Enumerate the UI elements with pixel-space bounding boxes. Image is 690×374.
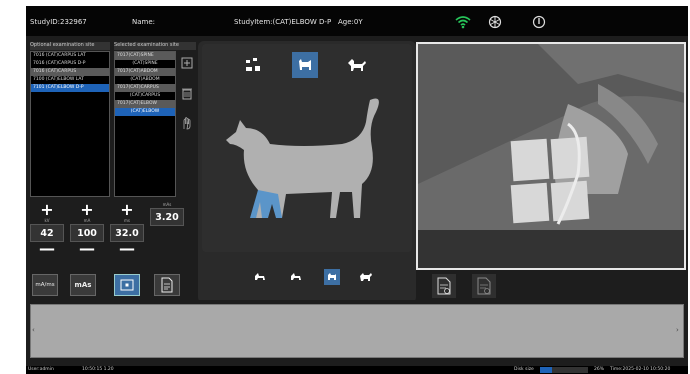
mode-mas-button[interactable]: mAs <box>70 274 96 296</box>
aec-button[interactable] <box>114 274 140 296</box>
ma-control: + mA 100 — <box>70 202 104 257</box>
selected-sites-list[interactable]: 7017(CAT)SPINE (CAT)SPINE 7017(CAT)ABDOM… <box>114 51 176 197</box>
list-item[interactable]: 7016 (CAT)CARPUS D-P <box>31 60 109 68</box>
delete-icon[interactable] <box>178 84 196 102</box>
list-item[interactable]: 7016 (CAT)CARPUS LAT <box>31 52 109 60</box>
kv-decrease-button[interactable]: — <box>30 241 64 257</box>
xray-preview[interactable] <box>416 42 686 270</box>
xray-image <box>418 44 684 268</box>
dog-button[interactable] <box>344 52 370 78</box>
small-animals-button[interactable] <box>240 52 266 78</box>
power-icon[interactable] <box>530 13 548 31</box>
app-window: StudyID:232967 Name: StudyItem:(CAT)ELBO… <box>26 6 688 374</box>
disk-usage-fill <box>540 367 553 373</box>
list-item[interactable]: 7016 (CAT)CARPUS <box>31 68 109 76</box>
thumbnail-area: ‹ › <box>26 300 688 362</box>
export-doc-icon <box>437 277 451 295</box>
print-doc-icon <box>477 277 491 295</box>
print-image-button[interactable] <box>472 274 496 298</box>
dog-icon <box>348 59 366 71</box>
kv-control: + kV 42 — <box>30 202 64 257</box>
aec-icon <box>120 279 134 291</box>
view-selector <box>202 259 412 295</box>
mas-control: mAs 3.20 <box>150 202 184 226</box>
optional-sites-header: Optional examination site <box>30 42 110 50</box>
ms-decrease-button[interactable]: — <box>110 241 144 257</box>
disk-percent: 26% <box>594 367 605 372</box>
ms-increase-button[interactable]: + <box>110 202 144 218</box>
list-item[interactable]: 7017(CAT)ELBOW <box>115 100 175 108</box>
disk-usage-bar <box>540 367 588 373</box>
document-icon <box>161 277 173 293</box>
study-item: StudyItem:(CAT)ELBOW D-P <box>234 18 332 26</box>
cat-button[interactable] <box>292 52 318 78</box>
view-ventral-button[interactable] <box>358 269 374 285</box>
hand-icon[interactable] <box>178 114 196 132</box>
session-time: 10:50:15 1.20 <box>82 367 114 372</box>
scroll-right-icon[interactable]: › <box>676 326 682 336</box>
ma-decrease-button[interactable]: — <box>70 241 104 257</box>
list-item[interactable]: (CAT)CARPUS <box>115 92 175 100</box>
wifi-icon[interactable] <box>454 13 472 31</box>
small-animals-icon <box>246 58 260 71</box>
elbow-highlight <box>250 190 282 218</box>
user-label: User:admin <box>28 367 54 372</box>
view-left-button[interactable] <box>252 269 268 285</box>
view-dorsal-button[interactable] <box>324 269 340 285</box>
ms-control: + ms 32.0 — <box>110 202 144 257</box>
list-item[interactable]: (CAT)ELBOW <box>115 108 175 116</box>
cat-silhouette <box>226 98 379 218</box>
list-item[interactable]: 7017(CAT)CARPUS <box>115 84 175 92</box>
ma-increase-button[interactable]: + <box>70 202 104 218</box>
view-right-button[interactable] <box>288 269 304 285</box>
list-item[interactable]: 7017(CAT)SPINE <box>115 52 175 60</box>
thumbnail-strip[interactable] <box>30 304 684 358</box>
mas-value[interactable]: 3.20 <box>150 208 184 226</box>
kv-increase-button[interactable]: + <box>30 202 64 218</box>
list-item[interactable]: 7017(CAT)ABDOM <box>115 68 175 76</box>
study-id: StudyID:232967 <box>30 18 87 26</box>
status-bar: User:admin 10:50:15 1.20 Disk size 26% T… <box>26 366 688 374</box>
current-time: Time:2025-02-10 10:50:20 <box>610 367 671 372</box>
export-image-button[interactable] <box>432 274 456 298</box>
mode-ma-ms-button[interactable]: mA/ms <box>32 274 58 296</box>
top-bar: StudyID:232967 Name: StudyItem:(CAT)ELBO… <box>26 6 688 36</box>
cat-icon <box>299 59 311 70</box>
list-item[interactable]: 7101 (CAT)ELBOW D-P <box>31 84 109 92</box>
disk-size-label: Disk size <box>514 367 534 372</box>
scroll-left-icon[interactable]: ‹ <box>32 326 38 336</box>
patient-name: Name: <box>132 18 156 26</box>
list-item[interactable]: 7100 (CAT)ELBOW LAT <box>31 76 109 84</box>
list-item[interactable]: (CAT)SPINE <box>115 60 175 68</box>
settings-icon[interactable] <box>486 13 504 31</box>
document-button[interactable] <box>154 274 180 296</box>
anatomy-panel <box>202 44 412 252</box>
optional-sites-list[interactable]: 7016 (CAT)CARPUS LAT 7016 (CAT)CARPUS D-… <box>30 51 110 197</box>
patient-age: Age:0Y <box>338 18 363 26</box>
move-item-icon[interactable] <box>178 54 196 72</box>
list-item[interactable]: (CAT)ABDOM <box>115 76 175 84</box>
selected-sites-header: Selected examination site <box>114 42 196 50</box>
